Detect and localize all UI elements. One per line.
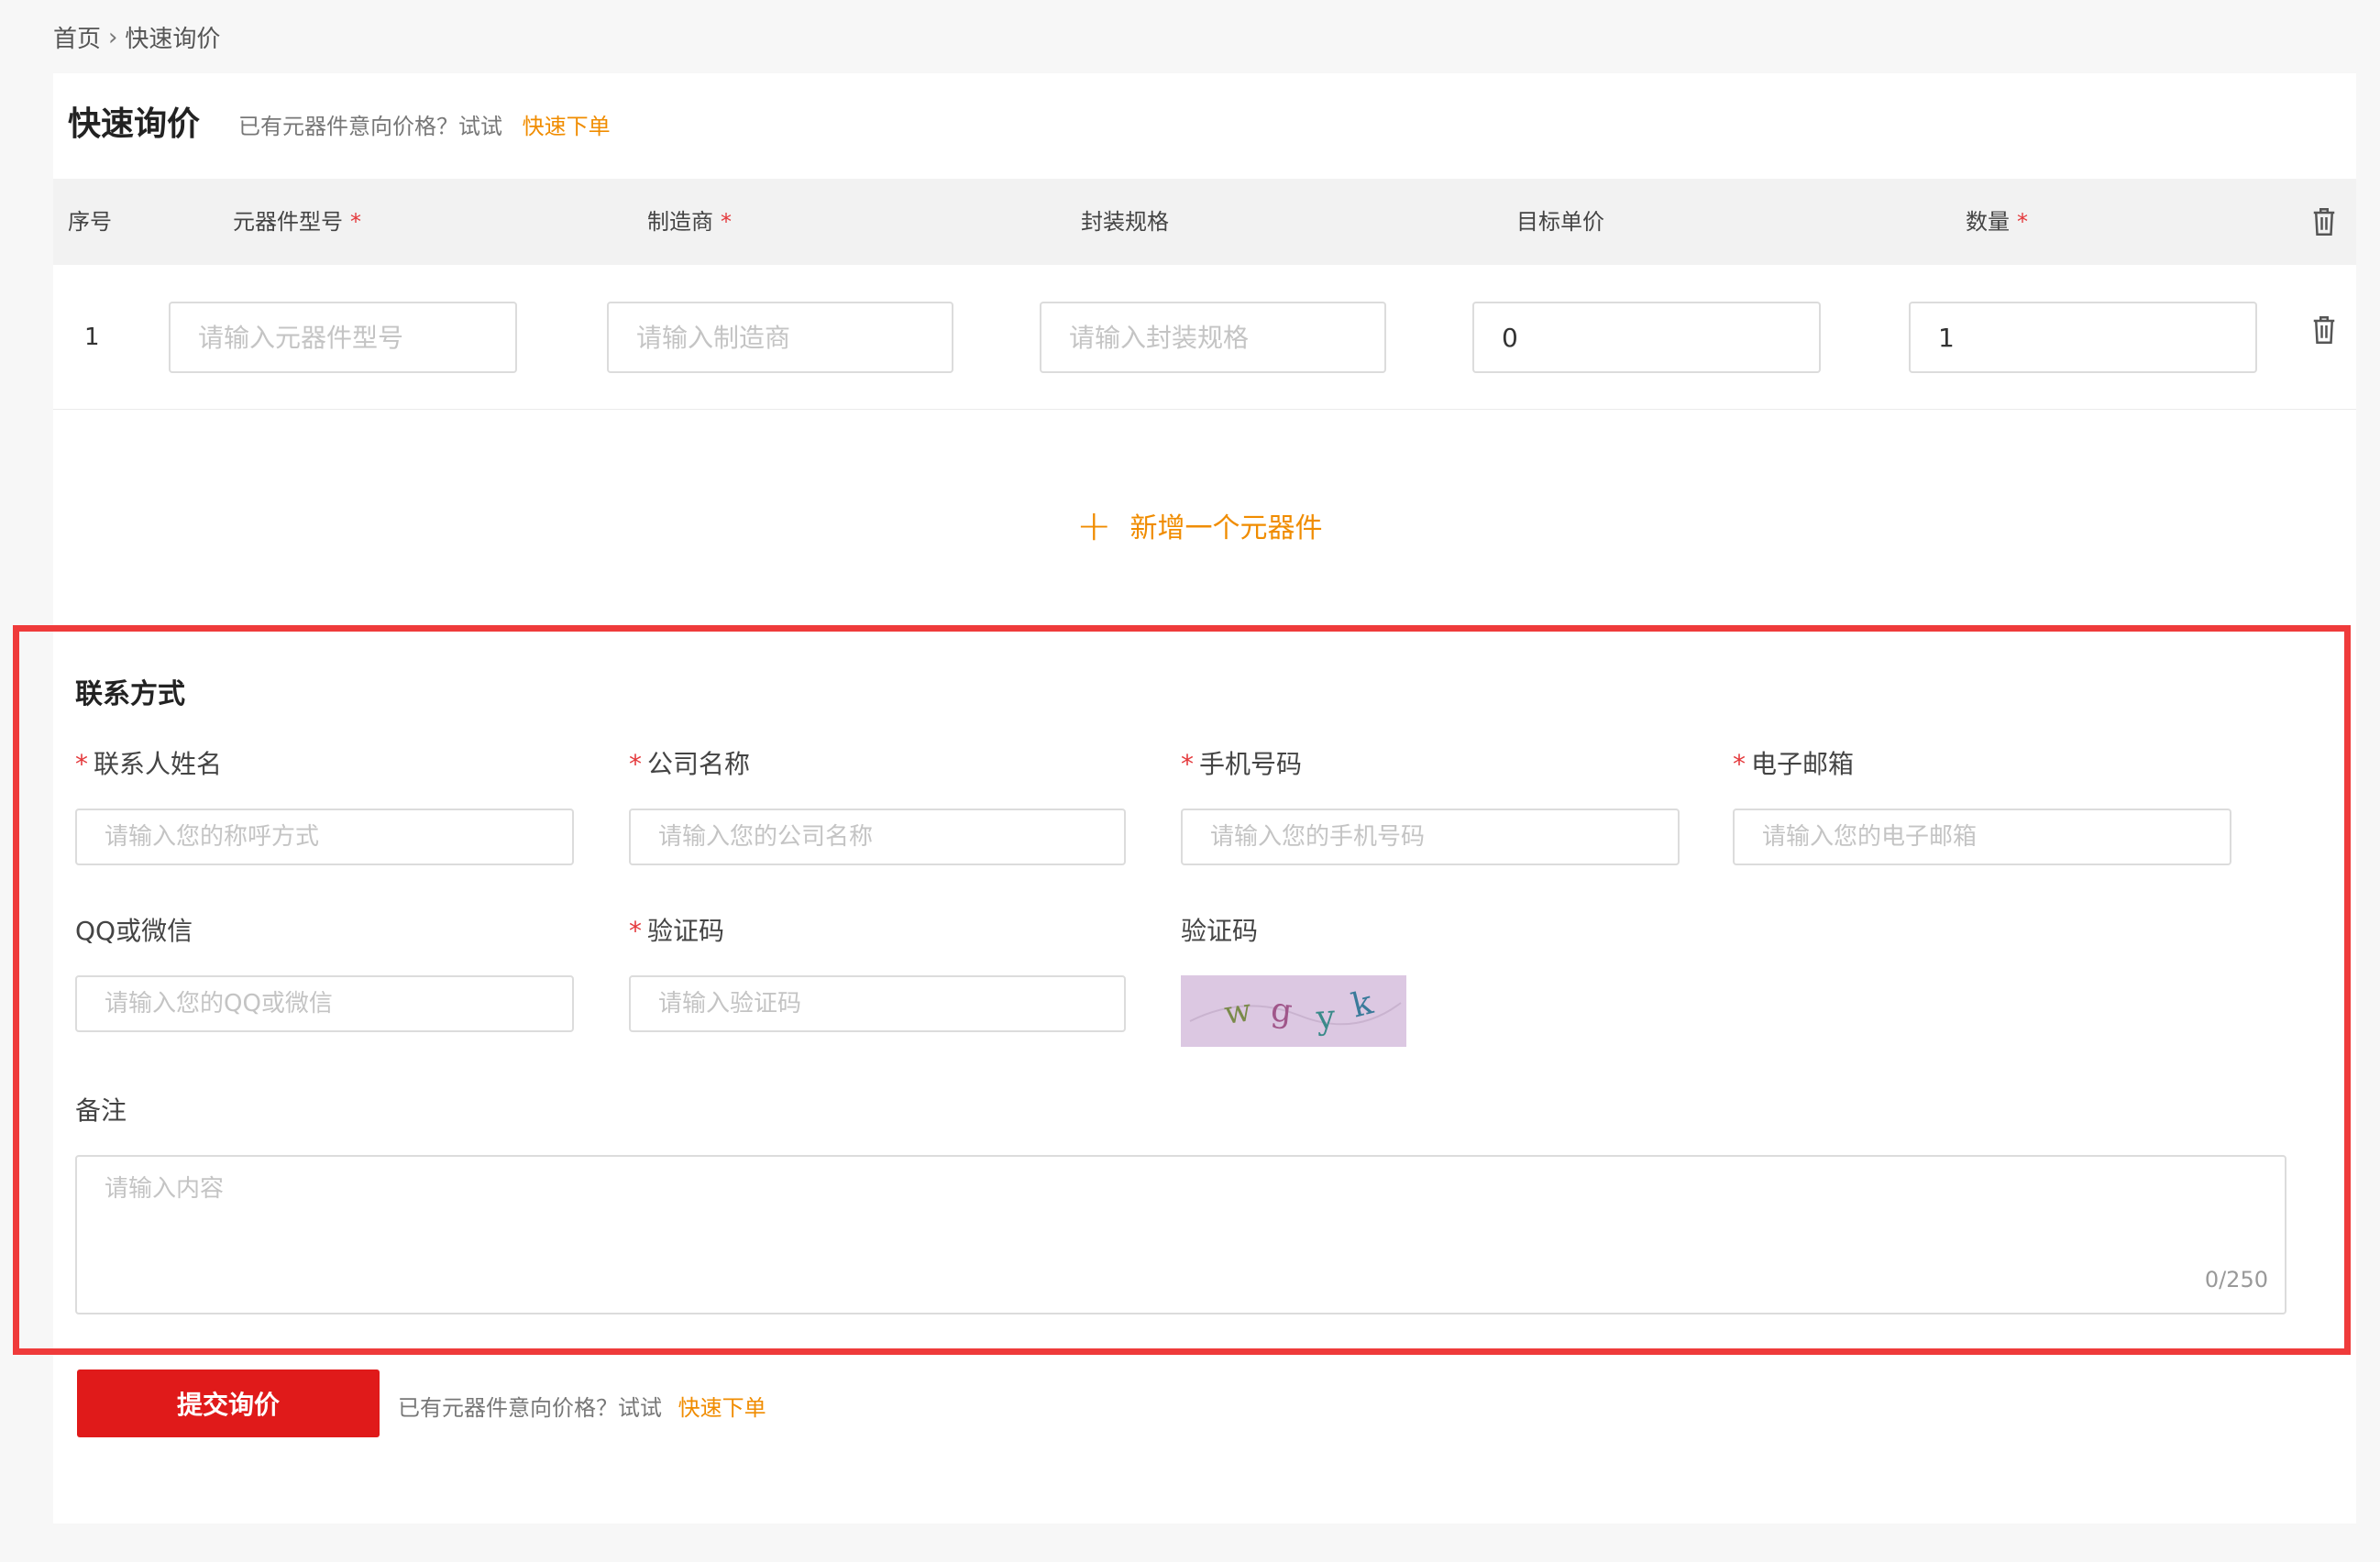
header-tip: 已有元器件意向价格？试试 快速下单 [238, 108, 611, 140]
email-input[interactable] [1733, 808, 2231, 865]
qq-wechat-label: QQ或微信 [75, 916, 193, 946]
remark-label: 备注 [75, 1095, 127, 1126]
add-component-label: 新增一个元器件 [1129, 512, 1323, 544]
contact-section-title: 联系方式 [75, 678, 185, 710]
table-row: 1 [53, 265, 2356, 410]
trash-icon[interactable] [2310, 314, 2338, 346]
breadcrumb: 首页 › 快速询价 [53, 20, 220, 54]
column-header-qty: 数量 * [1966, 209, 2028, 235]
column-header-price: 目标单价 [1516, 209, 1604, 235]
footer-tip: 已有元器件意向价格？试试 快速下单 [398, 1390, 766, 1422]
submit-inquiry-button[interactable]: 提交询价 [77, 1370, 380, 1437]
contact-name-input[interactable] [75, 808, 574, 865]
add-component-button[interactable]: + 新增一个元器件 [1076, 504, 1323, 546]
captcha-label: 验证码 [1181, 916, 1259, 946]
verification-code-label: * 验证码 [629, 916, 725, 946]
captcha-char: k [1348, 984, 1377, 1025]
manufacturer-input[interactable] [607, 302, 953, 373]
contact-name-label: * 联系人姓名 [75, 749, 223, 779]
trash-icon[interactable] [2310, 206, 2338, 237]
qq-wechat-input[interactable] [75, 975, 574, 1032]
email-label: * 电子邮箱 [1733, 749, 1855, 779]
row-index: 1 [84, 324, 100, 351]
captcha-image[interactable]: w g y k [1181, 975, 1406, 1047]
column-header-part: 元器件型号 * [233, 209, 361, 235]
column-header-maker: 制造商 * [647, 209, 732, 235]
part-number-input[interactable] [169, 302, 517, 373]
remark-textarea-wrapper: 0/250 [75, 1155, 2286, 1314]
table-header: 序号 元器件型号 * 制造商 * 封装规格 目标单价 数量 * [53, 179, 2356, 265]
captcha-char: w [1222, 992, 1253, 1032]
quick-order-link-bottom[interactable]: 快速下单 [678, 1395, 766, 1421]
char-counter: 0/250 [2204, 1267, 2268, 1292]
quantity-input[interactable] [1909, 302, 2257, 373]
column-header-index: 序号 [68, 209, 112, 235]
breadcrumb-separator: › [108, 23, 118, 51]
company-name-input[interactable] [629, 808, 1126, 865]
target-price-input[interactable] [1472, 302, 1821, 373]
breadcrumb-current: 快速询价 [125, 26, 221, 53]
column-header-package: 封装规格 [1081, 209, 1169, 235]
captcha-char: y [1314, 998, 1337, 1037]
package-input[interactable] [1040, 302, 1386, 373]
plus-icon: + [1076, 500, 1112, 550]
quick-order-link[interactable]: 快速下单 [523, 114, 611, 139]
header-tip-text: 已有元器件意向价格？试试 [238, 114, 502, 139]
verification-code-input[interactable] [629, 975, 1126, 1032]
phone-label: * 手机号码 [1181, 749, 1303, 779]
page-title: 快速询价 [68, 105, 201, 143]
company-name-label: * 公司名称 [629, 749, 751, 779]
captcha-char: g [1269, 991, 1294, 1030]
breadcrumb-home[interactable]: 首页 [53, 20, 101, 54]
remark-textarea[interactable] [77, 1157, 2285, 1313]
phone-input[interactable] [1181, 808, 1680, 865]
footer-tip-text: 已有元器件意向价格？试试 [398, 1395, 662, 1421]
